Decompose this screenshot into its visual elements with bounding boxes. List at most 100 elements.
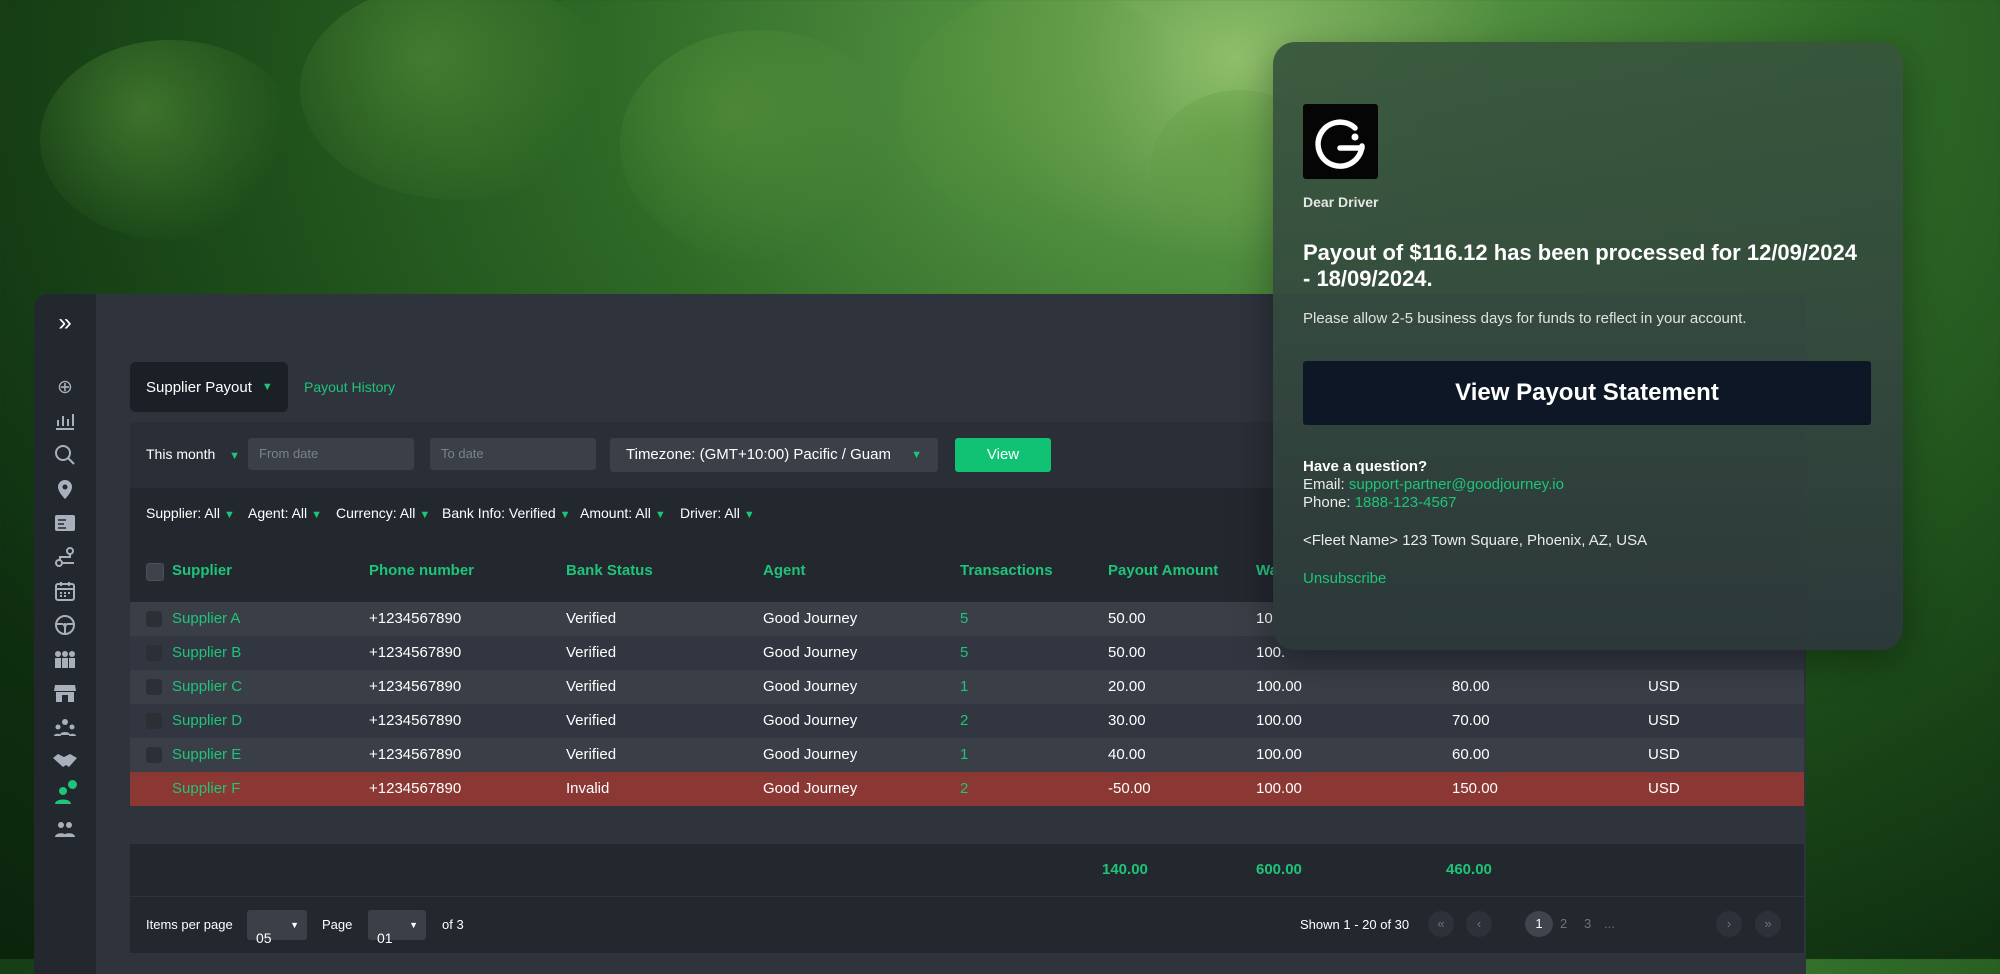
cell-transactions[interactable]: 2	[960, 704, 968, 738]
chip-label: Amount: All	[580, 505, 651, 521]
period-select[interactable]: This month ▼	[146, 446, 240, 462]
steering-wheel-icon[interactable]	[34, 610, 96, 640]
location-icon[interactable]	[34, 474, 96, 504]
chip-bank-info[interactable]: Bank Info: Verified ▼	[442, 505, 571, 521]
row-checkbox[interactable]	[146, 747, 162, 763]
cell-wallet: 100.00	[1256, 712, 1302, 729]
view-payout-statement-button[interactable]: View Payout Statement	[1303, 361, 1871, 425]
chip-supplier[interactable]: Supplier: All ▼	[146, 505, 235, 521]
user-badge-icon[interactable]	[34, 780, 96, 810]
card-email-line: Email: support-partner@goodjourney.io	[1303, 476, 1564, 493]
phone-link[interactable]: 1888-123-4567	[1355, 494, 1457, 511]
items-per-page-value: 05	[256, 930, 272, 946]
cell-wallet: 100.00	[1256, 780, 1302, 797]
cell-transactions[interactable]: 1	[960, 738, 968, 772]
caret-down-icon: ▼	[229, 450, 241, 462]
chip-currency[interactable]: Currency: All ▼	[336, 505, 430, 521]
email-label: Email:	[1303, 476, 1345, 493]
items-per-page-select[interactable]: 05 ▼	[247, 910, 307, 946]
row-checkbox[interactable]	[146, 645, 162, 661]
row-checkbox[interactable]	[146, 713, 162, 729]
header-bank-status[interactable]: Bank Status	[566, 540, 653, 602]
from-date-input[interactable]: From date	[248, 438, 414, 470]
cell-transactions[interactable]: 1	[960, 670, 968, 704]
group-icon[interactable]	[34, 644, 96, 674]
search-analytics-icon[interactable]	[34, 440, 96, 470]
card-greeting: Dear Driver	[1303, 194, 1379, 210]
good-journey-logo	[1303, 104, 1378, 179]
cell-supplier[interactable]: Supplier A	[172, 602, 240, 636]
expand-icon[interactable]: »	[34, 308, 96, 338]
header-phone[interactable]: Phone number	[369, 540, 474, 602]
calendar-icon[interactable]	[34, 576, 96, 606]
page-1[interactable]: 1	[1525, 911, 1553, 937]
row-checkbox[interactable]	[146, 781, 162, 797]
cell-supplier[interactable]: Supplier E	[172, 738, 241, 772]
first-page-icon[interactable]: «	[1428, 911, 1454, 937]
header-payout-amount[interactable]: Payout Amount	[1108, 540, 1218, 602]
store-icon[interactable]	[34, 678, 96, 708]
cell-transactions[interactable]: 2	[960, 772, 968, 806]
chip-label: Driver: All	[680, 505, 740, 521]
cell-agent: Good Journey	[763, 610, 858, 627]
table-row[interactable]: Supplier E +1234567890 Verified Good Journe…	[130, 738, 1804, 772]
table-row[interactable]: Supplier F +1234567890 Invalid Good Journey…	[130, 772, 1804, 806]
caret-down-icon: ▼	[419, 509, 431, 521]
chip-amount[interactable]: Amount: All ▼	[580, 505, 666, 521]
table-row[interactable]: Supplier C +1234567890 Verified Good Journe…	[130, 670, 1804, 704]
chip-driver[interactable]: Driver: All ▼	[680, 505, 755, 521]
cell-supplier[interactable]: Supplier C	[172, 670, 242, 704]
page-2[interactable]: 2	[1560, 911, 1567, 937]
cell-transactions[interactable]: 5	[960, 602, 968, 636]
cell-agent: Good Journey	[763, 746, 858, 763]
chip-agent[interactable]: Agent: All ▼	[248, 505, 322, 521]
route-icon[interactable]	[34, 542, 96, 572]
caret-down-icon: ▼	[559, 509, 571, 521]
table-row[interactable]: Supplier D +1234567890 Verified Good Journe…	[130, 704, 1804, 738]
email-link[interactable]: support-partner@goodjourney.io	[1349, 476, 1564, 493]
cell-supplier[interactable]: Supplier F	[172, 772, 240, 806]
view-button[interactable]: View	[955, 438, 1051, 472]
select-all-checkbox[interactable]	[146, 563, 164, 581]
cell-wallet: 100.00	[1256, 678, 1302, 695]
row-checkbox[interactable]	[146, 679, 162, 695]
timezone-select[interactable]: Timezone: (GMT+10:00) Pacific / Guam ▼	[610, 438, 938, 472]
cell-currency: USD	[1648, 780, 1680, 797]
to-date-input[interactable]: To date	[430, 438, 596, 470]
header-transactions[interactable]: Transactions	[960, 540, 1053, 602]
page-count: of 3	[442, 917, 464, 932]
users-icon[interactable]	[34, 814, 96, 844]
period-label: This month	[146, 446, 216, 462]
page-3[interactable]: 3	[1584, 911, 1591, 937]
card-question: Have a question?	[1303, 458, 1428, 475]
table-spacer	[130, 806, 1804, 844]
cell-transactions[interactable]: 5	[960, 636, 968, 670]
checklist-icon[interactable]	[34, 508, 96, 538]
cell-wallet: 10	[1256, 610, 1273, 627]
cell-bank-status: Verified	[566, 746, 617, 763]
next-page-icon[interactable]: ›	[1716, 911, 1742, 937]
add-circle-icon[interactable]: ⊕	[34, 372, 96, 402]
tab-payout-history[interactable]: Payout History	[304, 379, 395, 395]
handshake-icon[interactable]	[34, 746, 96, 776]
analytics-icon[interactable]	[34, 406, 96, 436]
tab-supplier-payout[interactable]: Supplier Payout ▼	[130, 362, 288, 412]
card-address: <Fleet Name> 123 Town Square, Phoenix, A…	[1303, 532, 1648, 549]
cell-payout-amount: 30.00	[1108, 712, 1146, 729]
cell-currency: USD	[1648, 678, 1680, 695]
header-supplier[interactable]: Supplier	[172, 540, 232, 602]
last-page-icon[interactable]: »	[1755, 911, 1781, 937]
items-per-page-label: Items per page	[146, 917, 233, 932]
row-checkbox[interactable]	[146, 611, 162, 627]
header-agent[interactable]: Agent	[763, 540, 806, 602]
cell-phone: +1234567890	[369, 780, 462, 797]
card-title: Payout of $116.12 has been processed for…	[1303, 240, 1857, 291]
cell-supplier[interactable]: Supplier B	[172, 636, 241, 670]
chip-label: Supplier: All	[146, 505, 220, 521]
team-icon[interactable]	[34, 712, 96, 742]
prev-page-icon[interactable]: ‹	[1466, 911, 1492, 937]
cell-supplier[interactable]: Supplier D	[172, 704, 242, 738]
cell-phone: +1234567890	[369, 746, 462, 763]
page-select[interactable]: 01 ▼	[368, 910, 426, 946]
unsubscribe-link[interactable]: Unsubscribe	[1303, 570, 1386, 587]
